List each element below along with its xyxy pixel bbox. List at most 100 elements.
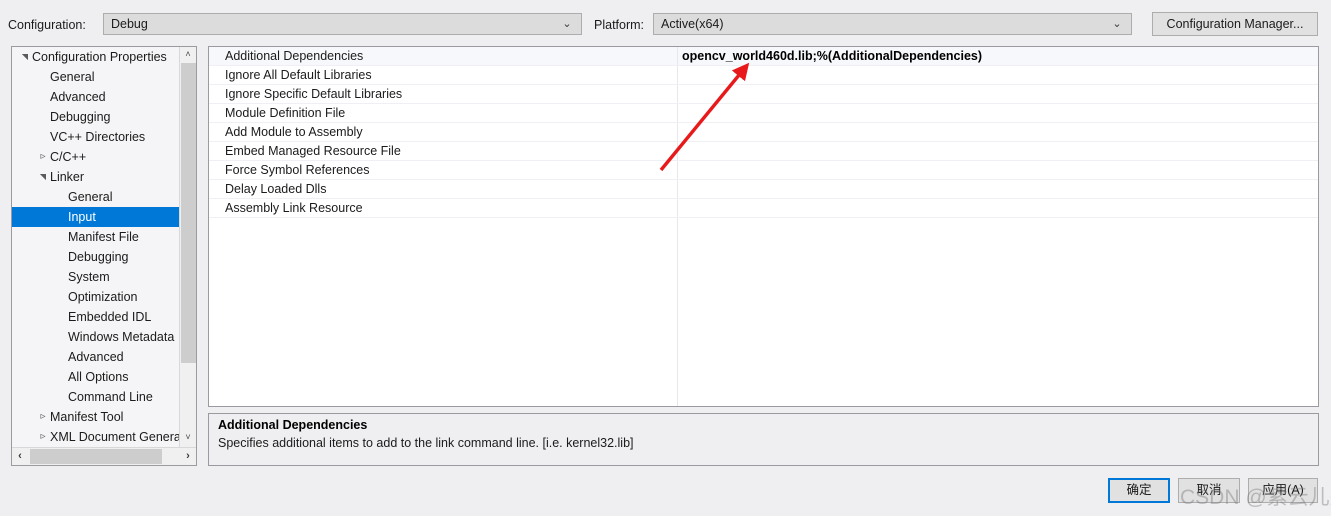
scroll-down-icon[interactable]: ˅ (180, 430, 196, 445)
sidebar-item-xml-document-generator[interactable]: ▹XML Document Generator (12, 427, 180, 447)
twisty-expanded-icon[interactable]: ◢ (15, 50, 35, 64)
property-description-panel: Additional Dependencies Specifies additi… (208, 413, 1319, 466)
sidebar-item-label: All Options (68, 370, 129, 384)
sidebar-item-label: Manifest Tool (50, 410, 124, 424)
property-value[interactable]: opencv_world460d.lib;%(AdditionalDepende… (682, 49, 982, 63)
sidebar-item-label: C/C++ (50, 150, 87, 164)
sidebar-item-debugging[interactable]: Debugging (12, 247, 180, 267)
sidebar-item-label: Manifest File (68, 230, 139, 244)
twisty-collapsed-icon[interactable]: ▹ (36, 407, 50, 427)
sidebar-item-c-c[interactable]: ▹ C/C++ (12, 147, 180, 167)
sidebar-item-label: Command Line (68, 390, 153, 404)
twisty-collapsed-icon[interactable]: ▹ (36, 427, 50, 447)
row-column-divider (677, 142, 678, 160)
property-row[interactable]: Ignore Specific Default Libraries (209, 85, 1318, 104)
vertical-scrollbar-thumb[interactable] (181, 63, 196, 363)
sidebar-item-label: General (50, 70, 95, 84)
sidebar-item-manifest-file[interactable]: Manifest File (12, 227, 180, 247)
sidebar-item-label: XML Document Generator (50, 430, 180, 444)
sidebar-item-label: Windows Metadata (68, 330, 175, 344)
property-grid-rows: Additional Dependencies opencv_world460d.… (209, 47, 1318, 218)
sidebar-item-label: Debugging (68, 250, 129, 264)
property-name: Ignore All Default Libraries (225, 68, 372, 82)
description-title: Additional Dependencies (218, 418, 368, 432)
configuration-dropdown[interactable]: Debug ⌄ (103, 13, 582, 35)
chevron-down-icon: ⌄ (1112, 18, 1122, 30)
row-column-divider (677, 85, 678, 103)
property-name: Embed Managed Resource File (225, 144, 401, 158)
property-row[interactable]: Embed Managed Resource File (209, 142, 1318, 161)
sidebar-item-label: Linker (50, 170, 85, 184)
properties-tree[interactable]: ◢ Configuration Properties General Advanced… (12, 47, 180, 447)
description-text: Specifies additional items to add to the… (218, 436, 634, 450)
sidebar-item-label: General (68, 190, 113, 204)
configuration-value: Debug (111, 17, 148, 31)
property-name: Delay Loaded Dlls (225, 182, 327, 196)
sidebar-item-label: Configuration Properties (32, 50, 167, 64)
sidebar-item-input[interactable]: Input (12, 207, 180, 227)
horizontal-scrollbar-thumb[interactable] (30, 449, 162, 464)
tree-horizontal-scrollbar[interactable]: ‹ › (12, 447, 196, 465)
sidebar-item-debugging[interactable]: Debugging (12, 107, 180, 127)
configuration-label: Configuration: (8, 18, 86, 32)
platform-label: Platform: (594, 18, 645, 32)
sidebar-item-system[interactable]: System (12, 267, 180, 287)
sidebar-item-label: Input (68, 210, 96, 224)
sidebar-item-configuration-properties[interactable]: ◢ Configuration Properties (12, 47, 180, 67)
properties-tree-panel: ◢ Configuration Properties General Advanced… (11, 46, 197, 466)
sidebar-item-label: Advanced (68, 350, 124, 364)
row-column-divider (677, 123, 678, 141)
property-name: Assembly Link Resource (225, 201, 363, 215)
row-column-divider (677, 161, 678, 179)
sidebar-item-label: Optimization (68, 290, 138, 304)
sidebar-item-advanced[interactable]: Advanced (12, 347, 180, 367)
ok-button[interactable]: 确定 (1108, 478, 1170, 503)
sidebar-item-general[interactable]: General (12, 187, 180, 207)
apply-button[interactable]: 应用(A) (1248, 478, 1318, 503)
sidebar-item-windows-metadata[interactable]: Windows Metadata (12, 327, 180, 347)
sidebar-item-label: Embedded IDL (68, 310, 152, 324)
property-row[interactable]: Module Definition File (209, 104, 1318, 123)
row-column-divider (677, 104, 678, 122)
sidebar-item-optimization[interactable]: Optimization (12, 287, 180, 307)
chevron-down-icon: ⌄ (562, 18, 572, 30)
twisty-collapsed-icon[interactable]: ▹ (36, 147, 50, 167)
sidebar-item-embedded-idl[interactable]: Embedded IDL (12, 307, 180, 327)
scroll-right-icon[interactable]: › (180, 448, 196, 465)
property-name: Module Definition File (225, 106, 346, 120)
sidebar-item-label: Debugging (50, 110, 111, 124)
property-name: Add Module to Assembly (225, 125, 363, 139)
platform-value: Active(x64) (661, 17, 724, 31)
scroll-left-icon[interactable]: ‹ (12, 448, 28, 465)
scroll-up-icon[interactable]: ˄ (180, 47, 196, 62)
tree-vertical-scrollbar[interactable]: ˄ ˅ (179, 47, 196, 465)
cancel-button[interactable]: 取消 (1178, 478, 1240, 503)
configuration-manager-button[interactable]: Configuration Manager... (1152, 12, 1318, 36)
sidebar-item-manifest-tool[interactable]: ▹ Manifest Tool (12, 407, 180, 427)
property-name: Ignore Specific Default Libraries (225, 87, 403, 101)
sidebar-item-label: System (68, 270, 110, 284)
row-column-divider (677, 47, 678, 65)
sidebar-item-general[interactable]: General (12, 67, 180, 87)
row-column-divider (677, 199, 678, 217)
property-row[interactable]: Assembly Link Resource (209, 199, 1318, 218)
sidebar-item-label: VC++ Directories (50, 130, 146, 144)
property-row[interactable]: Ignore All Default Libraries (209, 66, 1318, 85)
twisty-expanded-icon[interactable]: ◢ (33, 170, 53, 184)
sidebar-item-all-options[interactable]: All Options (12, 367, 180, 387)
property-row[interactable]: Delay Loaded Dlls (209, 180, 1318, 199)
property-grid-panel: Additional Dependencies opencv_world460d.… (208, 46, 1319, 407)
property-row[interactable]: Additional Dependencies opencv_world460d.… (209, 47, 1318, 66)
sidebar-item-advanced[interactable]: Advanced (12, 87, 180, 107)
sidebar-item-command-line[interactable]: Command Line (12, 387, 180, 407)
sidebar-item-linker[interactable]: ◢ Linker (12, 167, 180, 187)
row-column-divider (677, 66, 678, 84)
sidebar-item-vc-directories[interactable]: VC++ Directories (12, 127, 180, 147)
property-row[interactable]: Add Module to Assembly (209, 123, 1318, 142)
property-name: Additional Dependencies (225, 49, 364, 63)
property-name: Force Symbol References (225, 163, 370, 177)
platform-dropdown[interactable]: Active(x64) ⌄ (653, 13, 1132, 35)
property-row[interactable]: Force Symbol References (209, 161, 1318, 180)
dialog-toolbar: Configuration: Debug ⌄ Platform: Active(… (0, 0, 1331, 40)
sidebar-item-label: Advanced (50, 90, 106, 104)
